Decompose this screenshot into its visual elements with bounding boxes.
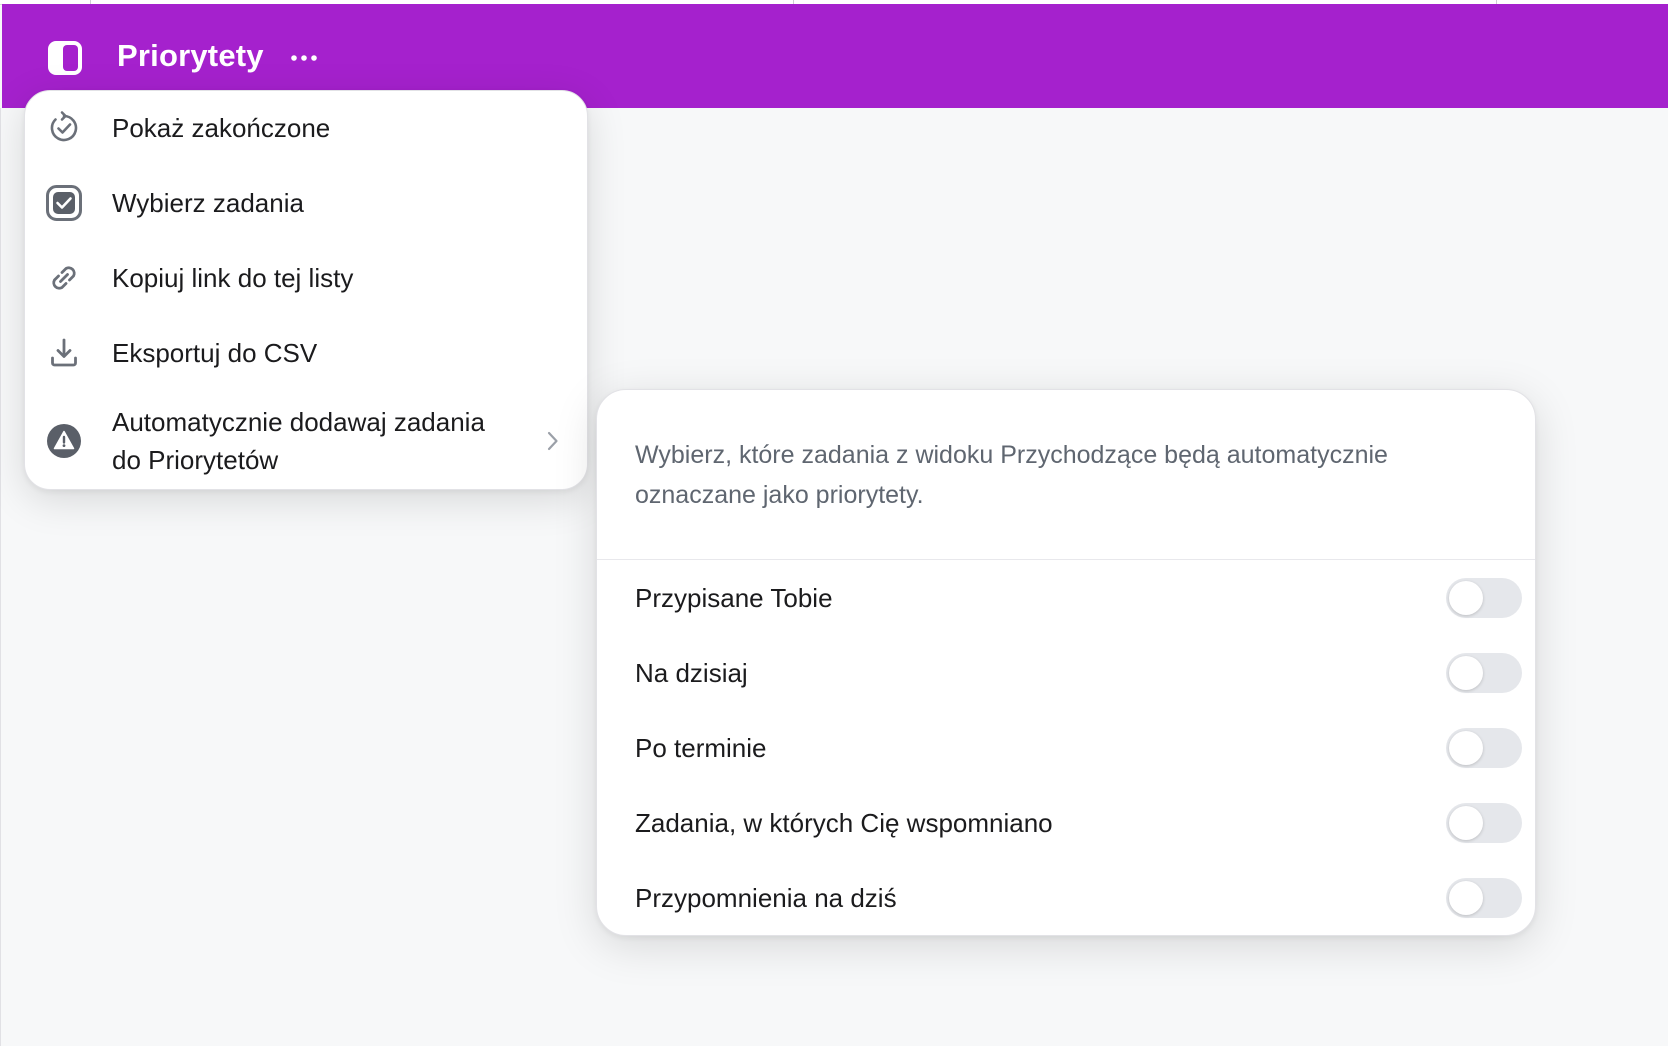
menu-item-label: Pokaż zakończone [112,113,331,143]
menu-item-label-line1: Automatycznie dodawaj zadania [112,407,485,437]
toggle-knob [1449,731,1483,765]
toggle-for-today[interactable] [1446,653,1522,693]
toggle-knob [1449,806,1483,840]
menu-item-export-csv[interactable]: Eksportuj do CSV [25,333,587,373]
option-label: Na dzisiaj [635,658,748,688]
download-icon [51,338,77,367]
option-row-reminders-today: Przypomnienia na dziś [597,868,1535,928]
menu-item-show-completed[interactable]: Pokaż zakończone [25,108,587,148]
page-title: Priorytety [117,38,264,73]
option-row-mentioned: Zadania, w których Cię wspomniano [597,793,1535,853]
menu-item-label-line2: do Priorytetów [112,445,279,475]
option-row-overdue: Po terminie [597,718,1535,778]
option-label: Zadania, w których Cię wspomniano [635,808,1053,838]
warning-icon [47,424,81,458]
link-icon [52,266,76,290]
toggle-mentioned[interactable] [1446,803,1522,843]
sidebar-toggle-icon[interactable] [48,41,82,75]
option-row-assigned-to-you: Przypisane Tobie [597,568,1535,628]
circular-check-icon [50,111,78,142]
toggle-knob [1449,581,1483,615]
menu-item-label: Kopiuj link do tej listy [112,263,354,293]
toggle-knob [1449,881,1483,915]
chevron-right-icon [547,431,558,451]
menu-item-label: Eksportuj do CSV [112,338,318,368]
option-row-for-today: Na dzisiaj [597,643,1535,703]
toggle-reminders-today[interactable] [1446,878,1522,918]
toggle-overdue[interactable] [1446,728,1522,768]
checkbox-square-icon [46,185,82,221]
menu-item-auto-add-priorities[interactable]: Automatycznie dodawaj zadania do Prioryt… [25,403,587,479]
divider [597,559,1535,560]
option-label: Po terminie [635,733,767,763]
auto-add-submenu: Wybierz, które zadania z widoku Przychod… [596,389,1536,936]
toggle-assigned-to-you[interactable] [1446,578,1522,618]
ellipsis-icon[interactable] [284,42,324,74]
list-options-menu: Pokaż zakończone Wybierz zadania Kopiuj … [24,90,588,490]
option-label: Przypomnienia na dziś [635,883,897,913]
toggle-knob [1449,656,1483,690]
menu-item-label: Wybierz zadania [112,188,304,218]
option-label: Przypisane Tobie [635,583,833,613]
menu-item-copy-link[interactable]: Kopiuj link do tej listy [25,258,587,298]
content-left-border [0,108,1,1046]
menu-item-select-tasks[interactable]: Wybierz zadania [25,183,587,223]
submenu-description: Wybierz, które zadania z widoku Przychod… [635,441,1388,509]
